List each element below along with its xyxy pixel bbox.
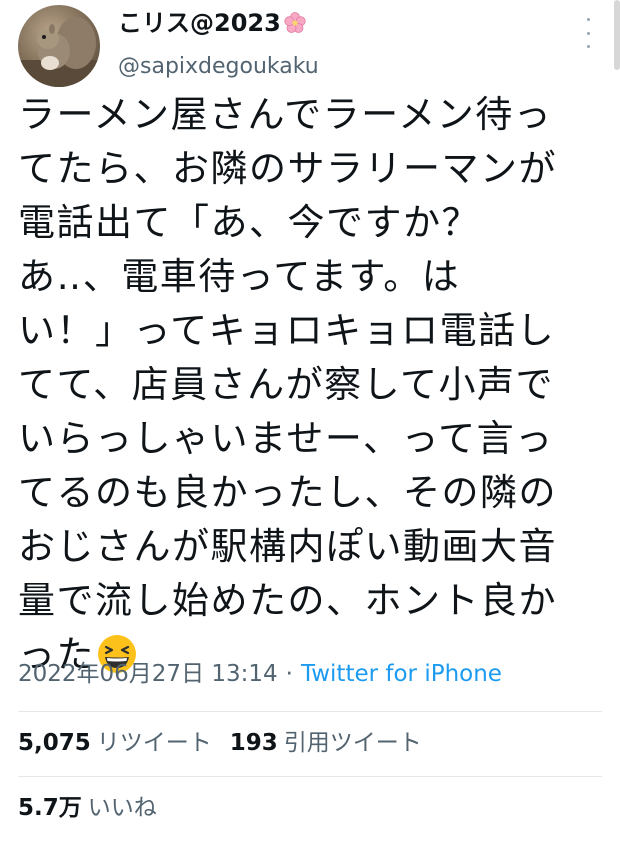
tweet-meta: 2022年06月27日 13:14 · Twitter for iPhone: [18, 654, 502, 694]
likes-count: 5.7万: [18, 795, 82, 821]
tweet-line: てたら、お隣のサラリーマンが: [18, 147, 557, 190]
likes-row: 5.7万 いいね: [18, 788, 157, 828]
user-handle[interactable]: @sapixdegoukaku: [118, 52, 319, 82]
display-name[interactable]: こリス@2023: [118, 6, 307, 40]
tweet-line: 量で流し始めたの、ホント良か: [18, 579, 557, 622]
more-options-icon[interactable]: [580, 18, 596, 48]
divider: [18, 776, 602, 777]
tweet-line: あ‥、電車待ってます。は: [18, 255, 461, 298]
tweet-line: いらっしゃいませー、って言っ: [18, 417, 554, 460]
avatar[interactable]: [18, 5, 100, 87]
likes-stat[interactable]: 5.7万 いいね: [18, 795, 157, 821]
squirrel-icon: [18, 17, 100, 87]
timestamp[interactable]: 2022年06月27日 13:14: [18, 661, 278, 687]
tweet-line: 電話出て「あ、今ですか？: [18, 201, 480, 244]
retweets-label: リツイート: [96, 730, 212, 756]
retweets-stat[interactable]: 5,075 リツイート: [18, 730, 212, 756]
retweets-count: 5,075: [18, 730, 91, 756]
engagement-row: 5,075 リツイート 193 引用ツイート: [18, 723, 422, 763]
quotes-count: 193: [229, 730, 278, 756]
tweet-line: てて、店員さんが察して小声で: [18, 363, 555, 406]
tweet-line: おじさんが駅構内ぽい動画大音: [18, 525, 557, 568]
cherry-blossom-icon: [284, 12, 306, 33]
tweet-text: ラーメン屋さんでラーメン待っ てたら、お隣のサラリーマンが 電話出て「あ、今です…: [18, 88, 608, 682]
tweet-line: ラーメン屋さんでラーメン待っ: [18, 93, 553, 136]
divider: [18, 711, 602, 712]
likes-label: いいね: [87, 795, 157, 821]
tweet-line: い！」ってキョロキョロ電話し: [18, 309, 556, 352]
meta-separator: ·: [285, 661, 293, 687]
tweet-line: てるのも良かったし、その隣の: [18, 471, 557, 514]
source-link[interactable]: Twitter for iPhone: [301, 661, 502, 687]
display-name-text[interactable]: こリス@2023: [118, 6, 281, 40]
quotes-stat[interactable]: 193 引用ツイート: [230, 730, 422, 756]
scrollbar[interactable]: [614, 0, 620, 70]
quotes-label: 引用ツイート: [283, 730, 422, 756]
